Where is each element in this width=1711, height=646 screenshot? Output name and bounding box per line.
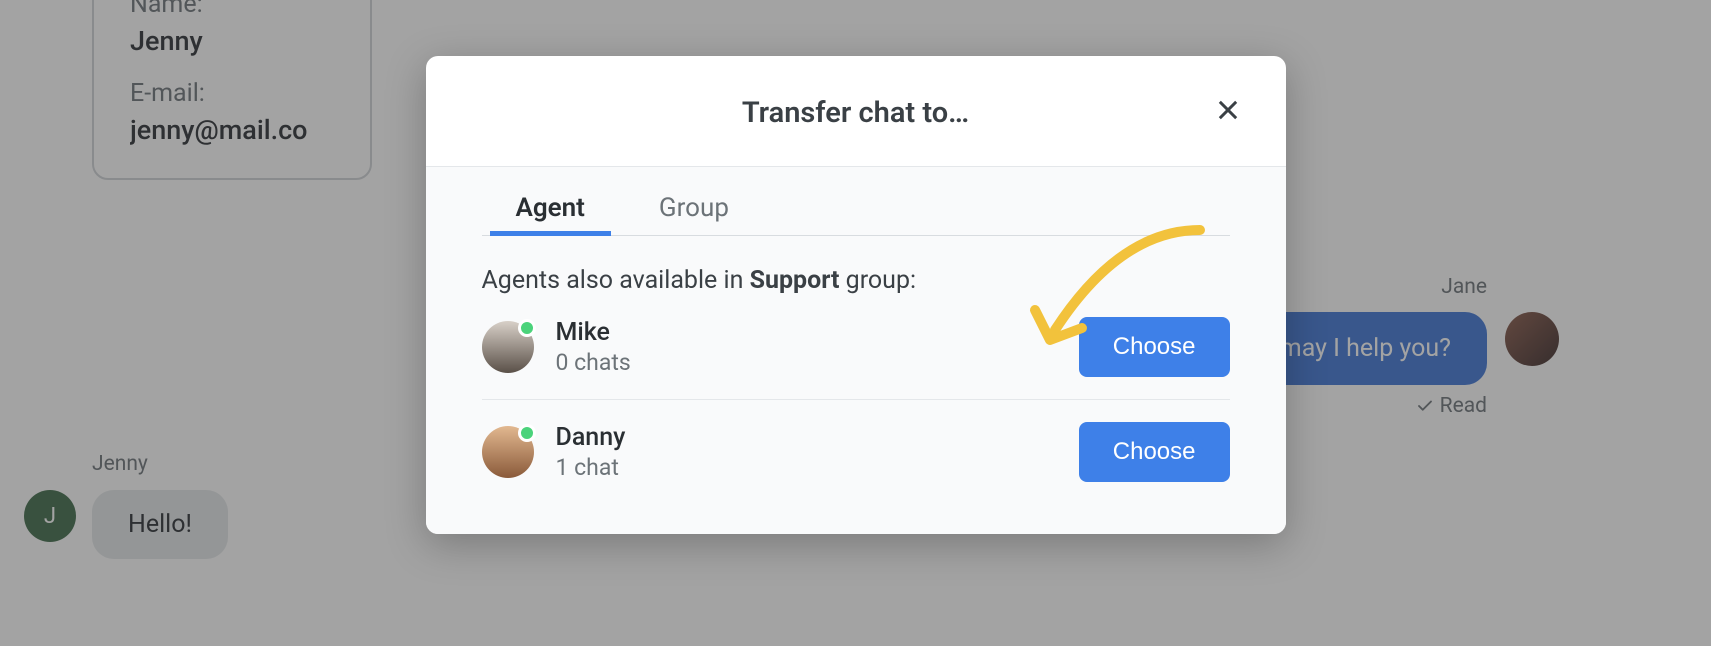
agent-info: Mike 0 chats: [556, 318, 1079, 376]
transfer-modal: Transfer chat to… Agent Group Agents als…: [426, 56, 1286, 534]
helper-group: Support: [750, 266, 840, 295]
choose-button[interactable]: Choose: [1079, 317, 1230, 377]
tab-agent[interactable]: Agent: [510, 193, 591, 235]
agent-meta: 0 chats: [556, 349, 1079, 376]
status-online-icon: [518, 319, 536, 337]
helper-text: Agents also available in Support group:: [482, 266, 1230, 295]
close-button[interactable]: [1208, 90, 1248, 130]
helper-suffix: group:: [839, 266, 916, 295]
close-icon: [1214, 96, 1242, 124]
helper-prefix: Agents also available in: [482, 266, 750, 295]
agent-avatar: [482, 321, 534, 373]
agent-row: Danny 1 chat Choose: [482, 400, 1230, 504]
modal-title: Transfer chat to…: [426, 96, 1286, 130]
status-online-icon: [518, 424, 536, 442]
agent-row: Mike 0 chats Choose: [482, 295, 1230, 400]
modal-body: Agent Group Agents also available in Sup…: [426, 167, 1286, 534]
agent-name: Mike: [556, 318, 1079, 347]
agent-info: Danny 1 chat: [556, 423, 1079, 481]
agent-name: Danny: [556, 423, 1079, 452]
tabs: Agent Group: [482, 167, 1230, 236]
modal-header: Transfer chat to…: [426, 56, 1286, 167]
agent-avatar: [482, 426, 534, 478]
tab-group[interactable]: Group: [653, 193, 735, 235]
agent-meta: 1 chat: [556, 454, 1079, 481]
choose-button[interactable]: Choose: [1079, 422, 1230, 482]
